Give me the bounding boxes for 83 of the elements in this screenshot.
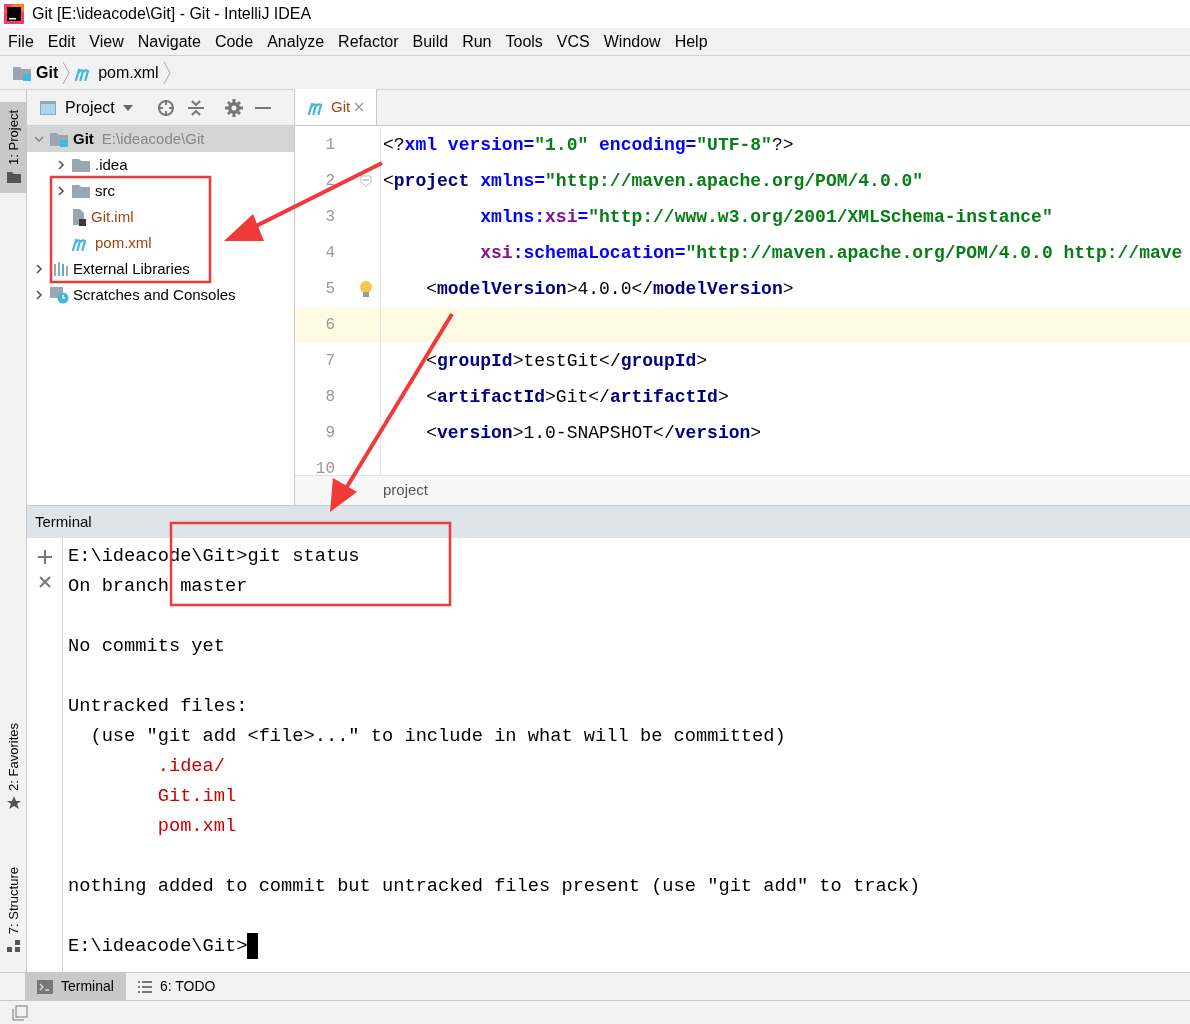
menu-item[interactable]: Run xyxy=(462,29,492,54)
terminal-icon xyxy=(37,979,53,994)
tree-item[interactable]: pom.xml xyxy=(27,230,294,256)
menu-item[interactable]: Help xyxy=(674,29,708,54)
terminal-line: Git.iml xyxy=(156,783,237,809)
code-line: xmlns:xsi="http://www.w3.org/2001/XMLSchema-instance" xyxy=(479,205,1053,229)
collapse-icon xyxy=(186,98,205,117)
code-line: <artifactId>Git</artifactId> xyxy=(425,385,729,409)
text-cursor xyxy=(247,933,259,959)
line-number: 9 xyxy=(324,423,336,444)
tool-window-tab[interactable]: 1: Project xyxy=(0,102,27,193)
line-number: 8 xyxy=(324,387,336,408)
scratches-icon xyxy=(49,286,69,304)
window-title: Git [E:\ideacode\Git] - Git - IntelliJ IDEA xyxy=(32,4,312,24)
tool-window-tab[interactable]: 6: TODO xyxy=(125,972,228,1001)
star-icon xyxy=(5,794,22,811)
structure-icon xyxy=(5,938,22,954)
window-toggle-icon xyxy=(12,1004,28,1021)
tree-item[interactable]: Git E:\ideacode\Git xyxy=(27,126,294,152)
file-icon xyxy=(71,208,87,226)
menu-item[interactable]: Tools xyxy=(505,29,543,54)
line-number: 4 xyxy=(324,243,336,264)
add-icon[interactable] xyxy=(37,550,52,564)
menu-item[interactable]: Build xyxy=(412,29,449,54)
tree-item[interactable]: src xyxy=(27,178,294,204)
tool-window-tab[interactable]: Terminal xyxy=(25,972,126,1001)
terminal-line: No commits yet xyxy=(68,633,225,659)
menu-item[interactable]: Refactor xyxy=(338,29,399,54)
breadcrumb-item[interactable]: project xyxy=(383,479,429,502)
terminal-line: E:\ideacode\Git> xyxy=(68,933,248,959)
line-number: 5 xyxy=(324,279,336,300)
line-number: 6 xyxy=(324,315,336,336)
fold-marker-icon xyxy=(359,175,372,187)
line-number: 3 xyxy=(324,207,336,228)
menu-item[interactable]: Edit xyxy=(47,29,76,54)
tree-item[interactable]: Scratches and Consoles xyxy=(27,282,294,308)
menu-item[interactable]: Code xyxy=(214,29,254,54)
line-number: 10 xyxy=(314,459,336,475)
tree-item[interactable]: External Libraries xyxy=(27,256,294,282)
code-line: <groupId>testGit</groupId> xyxy=(425,349,708,373)
list-icon xyxy=(137,980,152,993)
terminal-line: nothing added to commit but untracked files present (use "git add" to track) xyxy=(68,873,921,899)
app-logo-icon xyxy=(4,4,24,24)
breadcrumb-item[interactable]: Git xyxy=(12,60,59,85)
code-line: <version>1.0-SNAPSHOT</version> xyxy=(425,421,762,445)
panel-icon xyxy=(39,99,57,116)
menu-item[interactable]: Analyze xyxy=(267,29,325,54)
breadcrumb-separator-icon xyxy=(62,60,71,85)
menu-item[interactable]: View xyxy=(89,29,124,54)
code-line: <project xmlns="http://maven.apache.org/POM/4.0.0" xyxy=(382,169,924,193)
tree-item[interactable]: Git.iml xyxy=(27,204,294,230)
locate-icon xyxy=(156,98,175,117)
folder-icon xyxy=(71,157,91,173)
settings-icon xyxy=(224,98,243,117)
breadcrumb-item[interactable]: pom.xml xyxy=(74,60,159,85)
menu-item[interactable]: File xyxy=(8,29,34,54)
close-icon[interactable] xyxy=(38,576,51,588)
line-number: 1 xyxy=(324,135,336,156)
terminal-line: pom.xml xyxy=(156,813,237,839)
terminal-line: On branch master xyxy=(68,573,248,599)
line-number: 7 xyxy=(324,351,336,372)
panel-title: Terminal xyxy=(35,511,92,532)
folder-icon xyxy=(12,64,32,81)
folder-icon xyxy=(71,183,91,199)
line-number: 2 xyxy=(324,171,336,192)
menu-item[interactable]: Window xyxy=(603,29,661,54)
code-line: <modelVersion>4.0.0</modelVersion> xyxy=(425,277,794,301)
code-line: <?xml version="1.0" encoding="UTF-8"?> xyxy=(382,133,794,157)
terminal-line: (use "git add <file>..." to include in what will be committed) xyxy=(89,723,786,749)
close-icon xyxy=(354,102,365,112)
dropdown-icon xyxy=(122,104,133,111)
folder-icon xyxy=(49,131,69,147)
lightbulb-icon xyxy=(358,280,373,298)
terminal-line: .idea/ xyxy=(156,753,225,779)
tool-window-tab[interactable]: 2: Favorites xyxy=(0,714,27,819)
breadcrumb-separator-icon xyxy=(162,60,171,85)
menu-item[interactable]: VCS xyxy=(556,29,590,54)
tree-item[interactable]: .idea xyxy=(27,152,294,178)
menu-item[interactable]: Navigate xyxy=(137,29,201,54)
code-line: xsi:schemaLocation="http://maven.apache.org/POM/4.0.0 http://mave xyxy=(479,241,1183,265)
editor-tab[interactable]: Git xyxy=(295,89,378,125)
terminal-line: Untracked files: xyxy=(68,693,248,719)
tool-window-tab[interactable]: 7: Structure xyxy=(0,858,27,962)
